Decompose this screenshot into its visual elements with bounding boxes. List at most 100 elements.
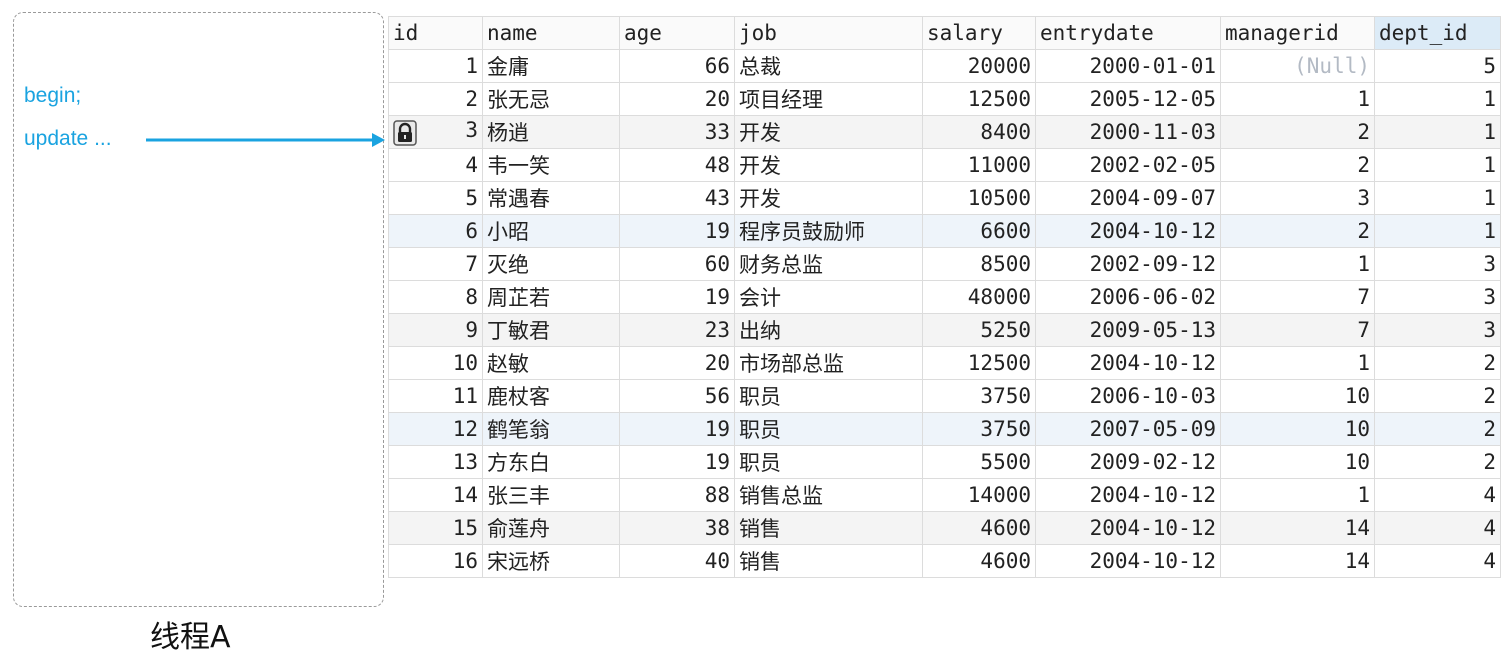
cell-managerid[interactable]: 1 [1220, 478, 1375, 512]
cell-job[interactable]: 程序员鼓励师 [734, 214, 923, 248]
column-header-salary[interactable]: salary [922, 16, 1036, 50]
cell-job[interactable]: 出纳 [734, 313, 923, 347]
cell-salary[interactable]: 10500 [922, 181, 1036, 215]
cell-salary[interactable]: 8400 [922, 115, 1036, 149]
cell-salary[interactable]: 20000 [922, 49, 1036, 83]
cell-entrydate[interactable]: 2000-01-01 [1035, 49, 1221, 83]
cell-dept-id[interactable]: 3 [1374, 247, 1501, 281]
cell-age[interactable]: 19 [619, 280, 735, 314]
cell-name[interactable]: 周芷若 [482, 280, 620, 314]
cell-managerid[interactable]: 1 [1220, 346, 1375, 380]
cell-job[interactable]: 职员 [734, 412, 923, 446]
table-row[interactable]: 4 韦一笑 48 开发 11000 2002-02-05 2 1 [388, 148, 1501, 182]
cell-managerid[interactable]: 10 [1220, 412, 1375, 446]
cell-salary[interactable]: 4600 [922, 544, 1036, 578]
cell-id[interactable]: 4 [388, 148, 483, 182]
column-header-name[interactable]: name [482, 16, 620, 50]
cell-dept-id[interactable]: 2 [1374, 445, 1501, 479]
table-row[interactable]: 15 俞莲舟 38 销售 4600 2004-10-12 14 4 [388, 511, 1501, 545]
cell-age[interactable]: 20 [619, 82, 735, 116]
cell-dept-id[interactable]: 3 [1374, 313, 1501, 347]
table-row[interactable]: 5 常遇春 43 开发 10500 2004-09-07 3 1 [388, 181, 1501, 215]
cell-name[interactable]: 俞莲舟 [482, 511, 620, 545]
cell-dept-id[interactable]: 2 [1374, 412, 1501, 446]
cell-job[interactable]: 销售 [734, 511, 923, 545]
cell-age[interactable]: 66 [619, 49, 735, 83]
cell-job[interactable]: 销售 [734, 544, 923, 578]
cell-managerid[interactable]: 3 [1220, 181, 1375, 215]
cell-job[interactable]: 销售总监 [734, 478, 923, 512]
cell-managerid[interactable]: 14 [1220, 511, 1375, 545]
cell-name[interactable]: 鹤笔翁 [482, 412, 620, 446]
table-row[interactable]: 6 小昭 19 程序员鼓励师 6600 2004-10-12 2 1 [388, 214, 1501, 248]
cell-salary[interactable]: 12500 [922, 82, 1036, 116]
cell-id[interactable]: 2 [388, 82, 483, 116]
cell-dept-id[interactable]: 1 [1374, 214, 1501, 248]
cell-age[interactable]: 48 [619, 148, 735, 182]
cell-managerid[interactable]: 7 [1220, 313, 1375, 347]
cell-id[interactable]: 12 [388, 412, 483, 446]
cell-managerid[interactable]: 10 [1220, 445, 1375, 479]
cell-job[interactable]: 职员 [734, 445, 923, 479]
cell-dept-id[interactable]: 1 [1374, 181, 1501, 215]
cell-id[interactable]: 7 [388, 247, 483, 281]
cell-salary[interactable]: 6600 [922, 214, 1036, 248]
cell-id[interactable]: 14 [388, 478, 483, 512]
table-row[interactable]: 7 灭绝 60 财务总监 8500 2002-09-12 1 3 [388, 247, 1501, 281]
cell-age[interactable]: 43 [619, 181, 735, 215]
cell-id[interactable]: 11 [388, 379, 483, 413]
cell-job[interactable]: 总裁 [734, 49, 923, 83]
cell-dept-id[interactable]: 2 [1374, 346, 1501, 380]
column-header-job[interactable]: job [734, 16, 923, 50]
cell-job[interactable]: 开发 [734, 115, 923, 149]
cell-managerid[interactable]: (Null) [1220, 49, 1375, 83]
column-header-id[interactable]: id [388, 16, 483, 50]
cell-name[interactable]: 金庸 [482, 49, 620, 83]
column-header-dept-id[interactable]: dept_id [1374, 16, 1501, 50]
cell-name[interactable]: 鹿杖客 [482, 379, 620, 413]
cell-age[interactable]: 33 [619, 115, 735, 149]
cell-job[interactable]: 财务总监 [734, 247, 923, 281]
cell-salary[interactable]: 48000 [922, 280, 1036, 314]
cell-id[interactable]: 16 [388, 544, 483, 578]
cell-entrydate[interactable]: 2000-11-03 [1035, 115, 1221, 149]
cell-job[interactable]: 开发 [734, 181, 923, 215]
cell-entrydate[interactable]: 2004-10-12 [1035, 544, 1221, 578]
cell-entrydate[interactable]: 2007-05-09 [1035, 412, 1221, 446]
cell-managerid[interactable]: 7 [1220, 280, 1375, 314]
table-row[interactable]: 11 鹿杖客 56 职员 3750 2006-10-03 10 2 [388, 379, 1501, 413]
cell-dept-id[interactable]: 4 [1374, 478, 1501, 512]
cell-dept-id[interactable]: 4 [1374, 544, 1501, 578]
cell-managerid[interactable]: 1 [1220, 247, 1375, 281]
cell-entrydate[interactable]: 2006-06-02 [1035, 280, 1221, 314]
cell-managerid[interactable]: 2 [1220, 214, 1375, 248]
cell-age[interactable]: 38 [619, 511, 735, 545]
table-row[interactable]: 9 丁敏君 23 出纳 5250 2009-05-13 7 3 [388, 313, 1501, 347]
cell-age[interactable]: 40 [619, 544, 735, 578]
cell-dept-id[interactable]: 1 [1374, 148, 1501, 182]
table-row[interactable]: 8 周芷若 19 会计 48000 2006-06-02 7 3 [388, 280, 1501, 314]
table-row[interactable]: 14 张三丰 88 销售总监 14000 2004-10-12 1 4 [388, 478, 1501, 512]
cell-entrydate[interactable]: 2002-02-05 [1035, 148, 1221, 182]
cell-job[interactable]: 会计 [734, 280, 923, 314]
cell-age[interactable]: 19 [619, 214, 735, 248]
cell-job[interactable]: 职员 [734, 379, 923, 413]
cell-entrydate[interactable]: 2009-05-13 [1035, 313, 1221, 347]
cell-name[interactable]: 张无忌 [482, 82, 620, 116]
cell-dept-id[interactable]: 4 [1374, 511, 1501, 545]
cell-name[interactable]: 常遇春 [482, 181, 620, 215]
table-row[interactable]: 3 杨逍 33 开发 8400 2000-11-03 2 1 [388, 115, 1501, 149]
cell-managerid[interactable]: 2 [1220, 148, 1375, 182]
table-row[interactable]: 10 赵敏 20 市场部总监 12500 2004-10-12 1 2 [388, 346, 1501, 380]
cell-name[interactable]: 韦一笑 [482, 148, 620, 182]
cell-name[interactable]: 杨逍 [482, 115, 620, 149]
cell-age[interactable]: 19 [619, 412, 735, 446]
table-row[interactable]: 13 方东白 19 职员 5500 2009-02-12 10 2 [388, 445, 1501, 479]
table-row[interactable]: 12 鹤笔翁 19 职员 3750 2007-05-09 10 2 [388, 412, 1501, 446]
cell-age[interactable]: 56 [619, 379, 735, 413]
cell-job[interactable]: 市场部总监 [734, 346, 923, 380]
cell-salary[interactable]: 14000 [922, 478, 1036, 512]
cell-managerid[interactable]: 14 [1220, 544, 1375, 578]
cell-entrydate[interactable]: 2004-09-07 [1035, 181, 1221, 215]
cell-name[interactable]: 宋远桥 [482, 544, 620, 578]
